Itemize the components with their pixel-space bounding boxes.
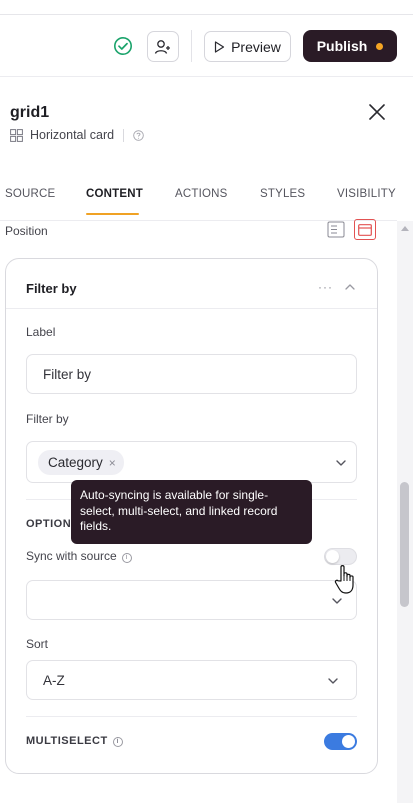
label-field-label: Label xyxy=(26,325,56,339)
chip-remove-icon[interactable]: × xyxy=(109,456,116,470)
tab-bar: SOURCE CONTENT ACTIONS STYLES VISIBILITY xyxy=(0,188,413,218)
multiselect-label: MULTISELECT xyxy=(26,735,108,747)
component-name: grid1 xyxy=(10,104,50,121)
label-input[interactable]: Filter by xyxy=(26,354,357,394)
publish-label: Publish xyxy=(316,38,368,54)
position-label: Position xyxy=(5,224,48,238)
tab-actions[interactable]: ACTIONS xyxy=(175,188,228,200)
tab-source[interactable]: SOURCE xyxy=(5,188,55,200)
publish-button[interactable]: Publish xyxy=(303,30,397,62)
close-icon[interactable] xyxy=(366,101,388,123)
layout-top-icon[interactable] xyxy=(354,219,376,240)
multiselect-row-label: MULTISELECT i xyxy=(26,735,123,747)
sync-tooltip: Auto-syncing is available for single-sel… xyxy=(71,480,312,544)
preview-button[interactable]: Preview xyxy=(204,31,291,62)
chevron-down-icon xyxy=(332,598,342,604)
component-type-row: Horizontal card xyxy=(10,128,144,142)
grid-icon xyxy=(10,128,23,142)
multiselect-toggle[interactable] xyxy=(324,733,357,750)
info-icon: i xyxy=(121,553,132,563)
top-divider xyxy=(0,14,413,15)
sync-row-label: Sync with source i xyxy=(26,549,132,563)
unpublished-changes-dot xyxy=(376,42,384,50)
type-separator xyxy=(123,128,125,142)
sort-field-label: Sort xyxy=(26,637,49,651)
sort-value: A-Z xyxy=(43,673,65,688)
header-divider xyxy=(191,30,192,62)
category-chip: Category × xyxy=(38,450,124,475)
scroll-up-arrow-icon[interactable] xyxy=(400,224,410,232)
tab-content[interactable]: CONTENT xyxy=(86,188,143,200)
chevron-up-icon[interactable] xyxy=(344,282,356,292)
invite-user-button[interactable] xyxy=(147,31,179,62)
filter-by-field-label: Filter by xyxy=(26,412,69,426)
hand-cursor-icon xyxy=(334,565,354,594)
sync-source-select[interactable] xyxy=(26,580,357,620)
sort-select[interactable]: A-Z xyxy=(26,660,357,700)
toggle-knob xyxy=(342,735,355,748)
info-icon: i xyxy=(112,737,123,747)
preview-label: Preview xyxy=(231,38,281,55)
tab-styles[interactable]: STYLES xyxy=(260,188,305,200)
chevron-down-icon xyxy=(336,460,346,466)
card-header-divider xyxy=(6,308,377,309)
component-type: Horizontal card xyxy=(30,128,115,142)
scrollbar-thumb[interactable] xyxy=(400,482,409,607)
tab-visibility[interactable]: VISIBILITY xyxy=(337,188,396,200)
multiselect-divider xyxy=(26,716,357,717)
chevron-down-icon xyxy=(328,678,338,684)
sync-label: Sync with source xyxy=(26,549,117,563)
active-tab-indicator xyxy=(86,213,139,215)
help-icon[interactable] xyxy=(133,129,144,141)
check-circle-icon xyxy=(114,37,132,55)
label-input-value: Filter by xyxy=(43,367,92,382)
play-icon xyxy=(214,40,225,53)
header-bottom-divider xyxy=(0,76,413,77)
layout-left-icon[interactable] xyxy=(327,221,345,238)
category-chip-label: Category xyxy=(48,455,103,470)
add-user-icon xyxy=(154,39,170,54)
more-options-icon[interactable]: ··· xyxy=(318,280,333,294)
layout-top-glyph-icon xyxy=(358,223,372,236)
filter-card-title: Filter by xyxy=(26,281,77,296)
